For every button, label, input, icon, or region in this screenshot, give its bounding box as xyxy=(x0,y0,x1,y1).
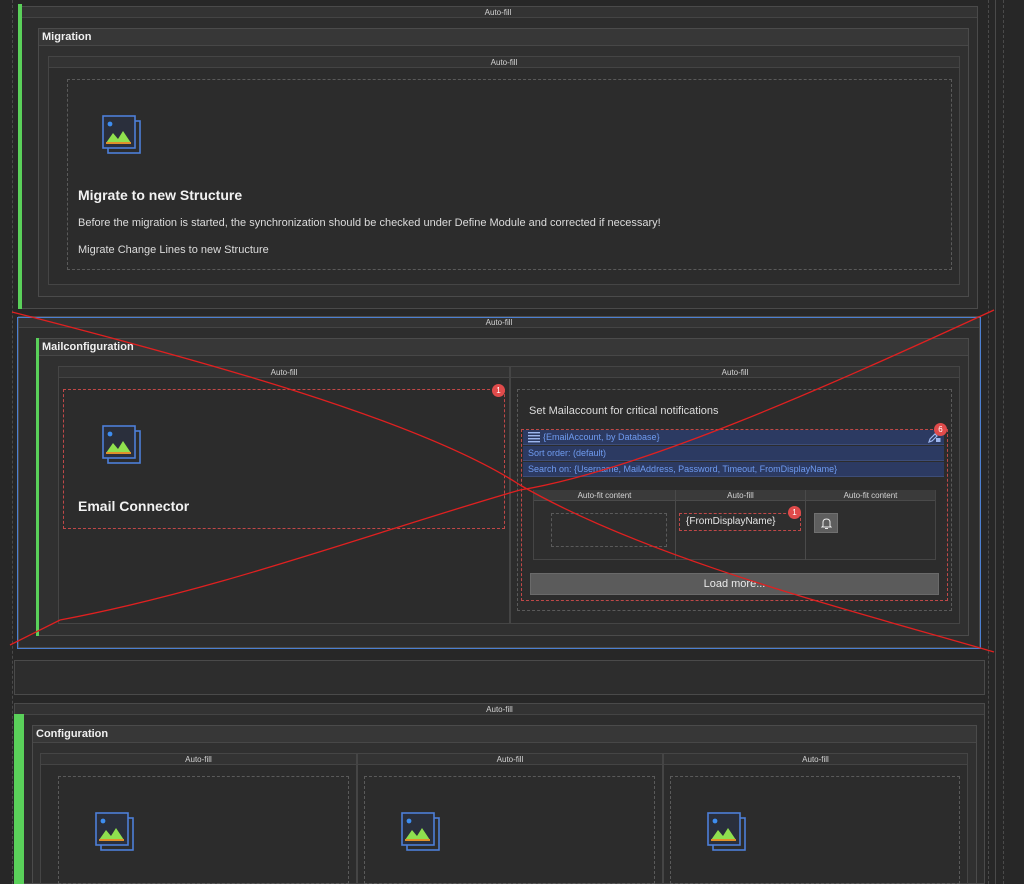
image-placeholder-icon xyxy=(95,812,134,851)
migration-autofill-label: Auto-fill xyxy=(49,57,959,68)
image-placeholder-icon xyxy=(707,812,746,851)
migrate-change-lines-link[interactable]: Migrate Change Lines to new Structure xyxy=(78,244,269,256)
image-placeholder-icon xyxy=(401,812,440,851)
image-placeholder-icon xyxy=(102,115,141,154)
section-autofill-label: Auto-fill xyxy=(15,704,984,715)
configuration-panel-title: Configuration xyxy=(33,726,976,743)
guide-line xyxy=(1003,0,1004,884)
migration-accent-bar xyxy=(18,4,22,309)
migration-panel-title: Migration xyxy=(39,29,968,46)
migration-heading: Migrate to new Structure xyxy=(78,187,243,203)
guide-line xyxy=(12,0,13,884)
guide-line xyxy=(988,0,989,884)
selection-frame xyxy=(17,317,981,649)
migration-description: Before the migration is started, the syn… xyxy=(78,217,661,229)
config-column-autofill-label: Auto-fill xyxy=(358,754,662,765)
configuration-accent-bar xyxy=(14,714,24,884)
section-autofill-label: Auto-fill xyxy=(19,7,977,18)
spacer-section xyxy=(14,660,985,695)
guide-line xyxy=(995,0,996,884)
migration-content-box xyxy=(67,79,952,270)
config-column-autofill-label: Auto-fill xyxy=(41,754,356,765)
config-column-autofill-label: Auto-fill xyxy=(664,754,967,765)
